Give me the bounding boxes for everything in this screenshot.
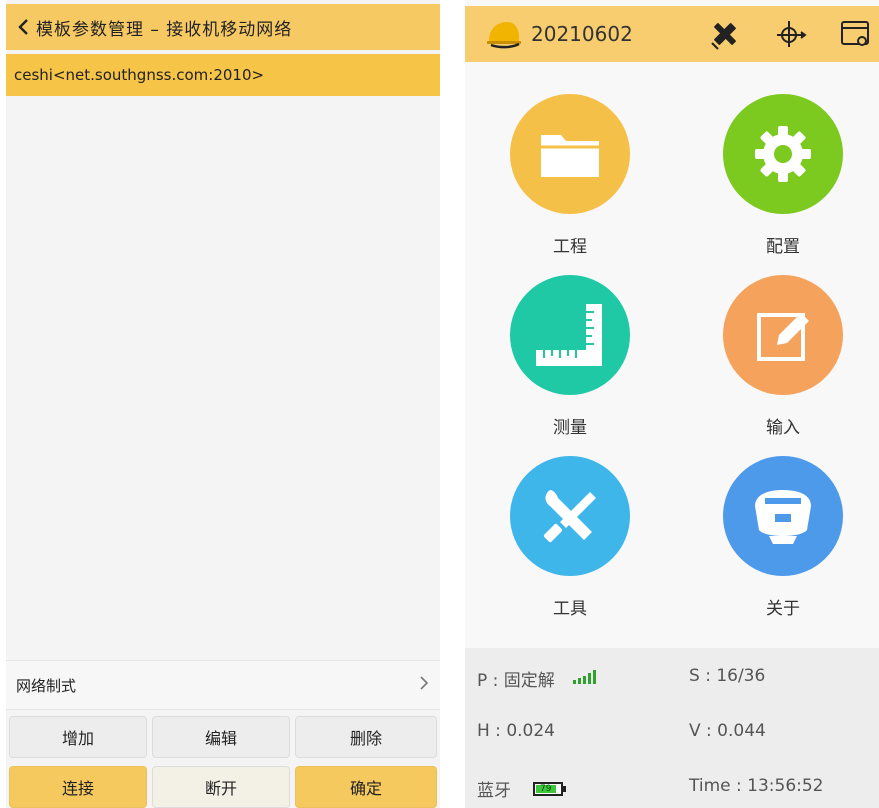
folder-icon bbox=[510, 94, 630, 214]
tile-about[interactable]: 关于 bbox=[693, 456, 873, 619]
edit-icon bbox=[723, 275, 843, 395]
template-params-screen: 模板参数管理 – 接收机移动网络 ceshi<net.southgnss.com… bbox=[6, 0, 440, 808]
add-button[interactable]: 增加 bbox=[9, 716, 147, 758]
h-precision: H : 0.024 bbox=[477, 721, 555, 741]
status-panel: P : 固定解 S : 16/36 H : 0.024 V : 0.044 蓝牙 bbox=[465, 648, 879, 808]
bluetooth-status: 蓝牙 79 bbox=[477, 776, 567, 801]
battery-icon: 79 bbox=[533, 781, 567, 796]
signal-bars-icon bbox=[572, 669, 599, 689]
tile-label: 关于 bbox=[766, 599, 800, 619]
current-time: Time : 13:56:52 bbox=[689, 776, 824, 796]
device-id: 20210602 bbox=[531, 22, 633, 46]
connect-button[interactable]: 连接 bbox=[9, 766, 147, 808]
confirm-button[interactable]: 确定 bbox=[295, 766, 437, 808]
window-settings-icon[interactable] bbox=[835, 6, 875, 62]
delete-button[interactable]: 删除 bbox=[295, 716, 437, 758]
edit-button[interactable]: 编辑 bbox=[152, 716, 290, 758]
disconnect-button[interactable]: 断开 bbox=[152, 766, 290, 808]
tools-icon bbox=[510, 456, 630, 576]
helmet-logo-icon[interactable] bbox=[485, 19, 523, 49]
bluetooth-label: 蓝牙 bbox=[477, 781, 511, 801]
ruler-icon bbox=[510, 275, 630, 395]
tile-label: 输入 bbox=[766, 418, 800, 438]
battery-level: 79 bbox=[540, 783, 552, 794]
status-top-bar: 20210602 bbox=[465, 6, 879, 62]
back-chevron-icon[interactable] bbox=[12, 16, 34, 38]
tile-label: 测量 bbox=[553, 418, 587, 438]
header-bar: 模板参数管理 – 接收机移动网络 bbox=[6, 4, 440, 50]
solution-status-text: P : 固定解 bbox=[477, 671, 555, 691]
tile-project[interactable]: 工程 bbox=[480, 94, 660, 257]
receiver-icon bbox=[723, 456, 843, 576]
template-list-item[interactable]: ceshi<net.southgnss.com:2010> bbox=[6, 54, 440, 96]
tile-config[interactable]: 配置 bbox=[693, 94, 873, 257]
tile-label: 配置 bbox=[766, 237, 800, 257]
tile-measure[interactable]: 测量 bbox=[480, 275, 660, 438]
target-icon[interactable] bbox=[771, 6, 811, 62]
tile-input[interactable]: 输入 bbox=[693, 275, 873, 438]
network-mode-row[interactable]: 网络制式 bbox=[6, 660, 440, 710]
main-menu-screen: 20210602 工程 配置 测量 输入 工具 关于 P: 固定解 S: 1… bbox=[465, 0, 879, 808]
solution-status: P : 固定解 bbox=[477, 666, 599, 691]
tile-label: 工具 bbox=[553, 599, 587, 619]
satellite-count: S : 16/36 bbox=[689, 666, 766, 686]
network-mode-label: 网络制式 bbox=[16, 676, 77, 695]
chevron-right-icon bbox=[418, 675, 430, 695]
tile-tools[interactable]: 工具 bbox=[480, 456, 660, 619]
page-title: 模板参数管理 – 接收机移动网络 bbox=[36, 19, 293, 40]
tile-label: 工程 bbox=[553, 237, 587, 257]
satellite-icon[interactable] bbox=[705, 6, 745, 62]
v-precision: V : 0.044 bbox=[689, 721, 766, 741]
template-list bbox=[6, 96, 440, 658]
gear-icon bbox=[723, 94, 843, 214]
